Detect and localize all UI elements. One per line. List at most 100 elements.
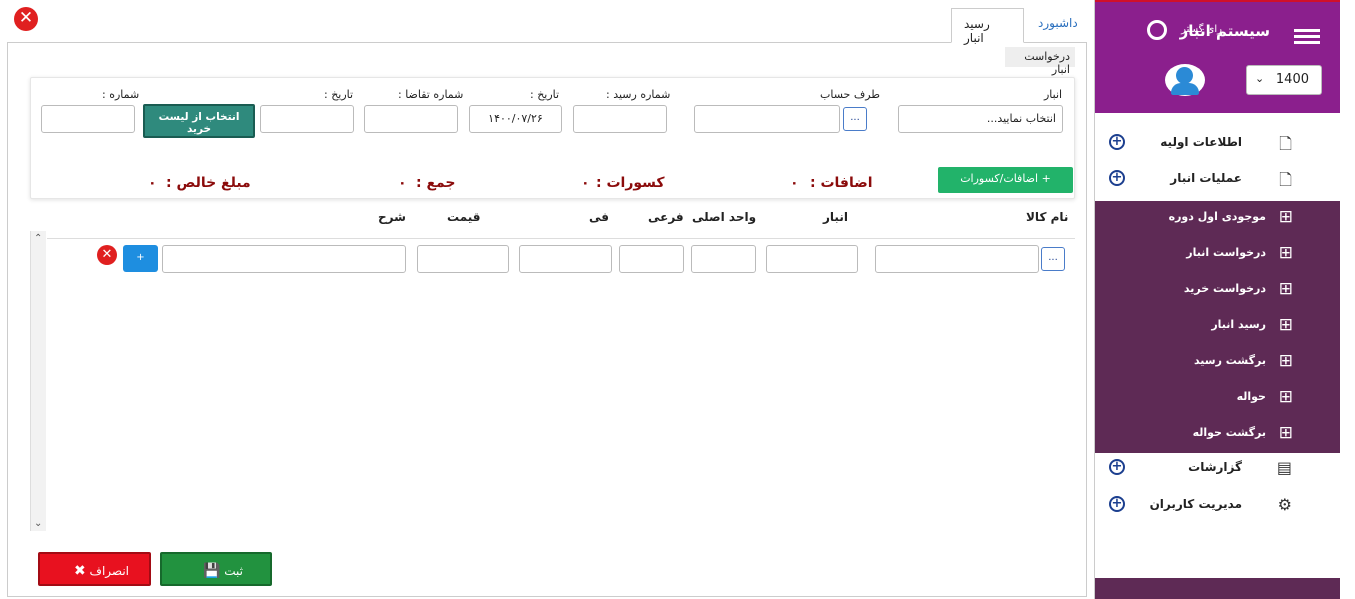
sidebar-item-label: اطلاعات اولیه	[1160, 135, 1242, 149]
deductions-label: کسورات :	[596, 175, 665, 191]
submenu-item-remittance[interactable]: حواله ⊞	[1095, 381, 1340, 417]
net-amount-label: مبلغ خالص :	[166, 175, 251, 191]
receipt-number-label: شماره رسید :	[606, 88, 671, 101]
sidebar-item-label: عملیات انبار	[1170, 171, 1242, 185]
bar-chart-icon: ▤	[1276, 458, 1292, 477]
date2-label: تاریخ :	[324, 88, 354, 101]
submenu-item-label: درخواست خرید	[1183, 282, 1266, 295]
receipt-number-field[interactable]	[573, 105, 667, 133]
row-main-unit-field[interactable]	[691, 245, 756, 273]
save-button[interactable]: 💾 ثبت	[160, 552, 272, 586]
request-number-field[interactable]	[364, 105, 458, 133]
number-label: شماره :	[102, 88, 140, 101]
cancel-button[interactable]: ✖ انصراف	[38, 552, 151, 586]
row-sub-unit-field[interactable]	[619, 245, 684, 273]
table-sum-icon: ⊞	[1278, 351, 1293, 371]
col-header-warehouse: انبار	[823, 210, 848, 224]
user-avatar-icon[interactable]	[1165, 64, 1205, 96]
net-amount-value: ۰	[148, 175, 157, 191]
sidebar-item-reports[interactable]: گزارشات ▤ +	[1095, 450, 1340, 486]
total-value: ۰	[398, 175, 407, 191]
sidebar-item-label: گزارشات	[1188, 460, 1242, 474]
scroll-down-icon[interactable]: ⌄	[34, 518, 42, 529]
sidebar-item-warehouse-ops[interactable]: عملیات انبار 🗋 +	[1095, 161, 1340, 197]
col-header-sub-unit: فرعی	[648, 210, 684, 224]
submenu-item-label: برگشت حواله	[1192, 426, 1266, 439]
close-icon[interactable]: ✕	[14, 7, 38, 31]
row-item-name-field[interactable]	[875, 245, 1039, 273]
number-field[interactable]	[41, 105, 135, 133]
year-select[interactable]: ⌄ 1400	[1246, 65, 1322, 95]
tab-dashboard[interactable]: داشبورد	[1026, 8, 1086, 43]
sidebar-item-user-management[interactable]: مدیریت کاربران ⚙ +	[1095, 487, 1340, 523]
date2-field[interactable]	[260, 105, 354, 133]
submenu-item-warehouse-request[interactable]: درخواست انبار ⊞	[1095, 237, 1340, 273]
submenu-item-remittance-return[interactable]: برگشت حواله ⊞	[1095, 417, 1340, 453]
row-unit-price-field[interactable]	[519, 245, 612, 273]
row-delete-icon[interactable]: ✕	[97, 245, 117, 265]
page: سیستم انبار رای گستر ⌄ 1400 اطلاعات اولی…	[0, 0, 1355, 599]
sidebar-item-basic-info[interactable]: اطلاعات اولیه 🗋 +	[1095, 125, 1340, 161]
close-x-icon: ✖	[73, 563, 86, 579]
submenu-item-label: برگشت رسید	[1193, 354, 1266, 367]
date-label: تاریخ :	[530, 88, 560, 101]
row-price-field[interactable]	[417, 245, 509, 273]
logo-icon	[1147, 20, 1167, 40]
additions-value: ۰	[790, 175, 799, 191]
date-field[interactable]: ۱۴۰۰/۰۷/۲۶	[469, 105, 562, 133]
table-sum-icon: ⊞	[1278, 315, 1293, 335]
row-item-browse-button[interactable]: ...	[1041, 247, 1065, 271]
select-from-purchase-list-button[interactable]: انتخاب از لیست خرید	[143, 104, 255, 138]
col-header-unit-price: فی	[589, 210, 609, 224]
grid-divider	[47, 238, 1075, 239]
submenu-item-receipt-return[interactable]: برگشت رسید ⊞	[1095, 345, 1340, 381]
expand-plus-icon[interactable]: +	[1109, 170, 1125, 186]
expand-plus-icon[interactable]: +	[1109, 496, 1125, 512]
grid-scrollbar[interactable]: ⌃ ⌄	[30, 231, 46, 531]
table-sum-icon: ⊞	[1278, 279, 1293, 299]
warehouse-select[interactable]: انتخاب نمایید...	[898, 105, 1063, 133]
section-title: درخواست انبار	[1005, 47, 1075, 76]
submenu-item-label: حواله	[1236, 390, 1266, 403]
account-label: طرف حساب	[820, 88, 881, 101]
account-browse-button[interactable]: ...	[843, 107, 867, 131]
row-description-field[interactable]	[162, 245, 406, 273]
submenu-item-warehouse-receipt[interactable]: رسید انبار ⊞	[1095, 309, 1340, 345]
table-sum-icon: ⊞	[1278, 207, 1293, 227]
warehouse-label: انبار	[1044, 88, 1063, 101]
sidebar-item-label: مدیریت کاربران	[1149, 497, 1242, 511]
save-button-label: ثبت	[224, 564, 243, 578]
documents-icon: 🗋	[1279, 170, 1292, 189]
cancel-button-label: انصراف	[89, 564, 130, 578]
row-add-button[interactable]: +	[123, 245, 158, 272]
submenu-item-purchase-request[interactable]: درخواست خرید ⊞	[1095, 273, 1340, 309]
total-label: جمع :	[416, 175, 456, 191]
deductions-value: ۰	[581, 175, 590, 191]
sidebar: سیستم انبار رای گستر ⌄ 1400 اطلاعات اولی…	[1094, 0, 1340, 599]
account-field[interactable]	[694, 105, 840, 133]
tab-warehouse-receipt[interactable]: رسید انبار	[951, 8, 1024, 45]
col-header-description: شرح	[378, 210, 406, 224]
table-sum-icon: ⊞	[1278, 243, 1293, 263]
floppy-disk-icon: 💾	[202, 563, 221, 579]
users-gear-icon: ⚙	[1277, 495, 1292, 514]
hamburger-menu-icon[interactable]	[1294, 29, 1320, 44]
table-sum-icon: ⊞	[1278, 387, 1293, 407]
table-sum-icon: ⊞	[1278, 423, 1293, 443]
submenu-item-label: موجودی اول دوره	[1168, 210, 1266, 223]
scroll-up-icon[interactable]: ⌃	[34, 233, 42, 244]
chevron-down-icon: ⌄	[1255, 72, 1265, 85]
year-select-value: 1400	[1275, 72, 1309, 87]
add-deductions-button[interactable]: اضافات/کسورات +	[938, 167, 1073, 193]
expand-plus-icon[interactable]: +	[1109, 134, 1125, 150]
col-header-main-unit: واحد اصلی	[692, 210, 757, 224]
app-subtitle: رای گستر	[1181, 24, 1222, 35]
row-warehouse-field[interactable]	[766, 245, 858, 273]
sidebar-footer	[1095, 578, 1340, 599]
expand-plus-icon[interactable]: +	[1109, 459, 1125, 475]
documents-icon: 🗋	[1279, 134, 1292, 153]
submenu-item-label: رسید انبار	[1211, 318, 1266, 331]
col-header-item-name: نام کالا	[1026, 210, 1069, 224]
submenu-item-label: درخواست انبار	[1186, 246, 1266, 259]
submenu-item-opening-stock[interactable]: موجودی اول دوره ⊞	[1095, 201, 1340, 237]
